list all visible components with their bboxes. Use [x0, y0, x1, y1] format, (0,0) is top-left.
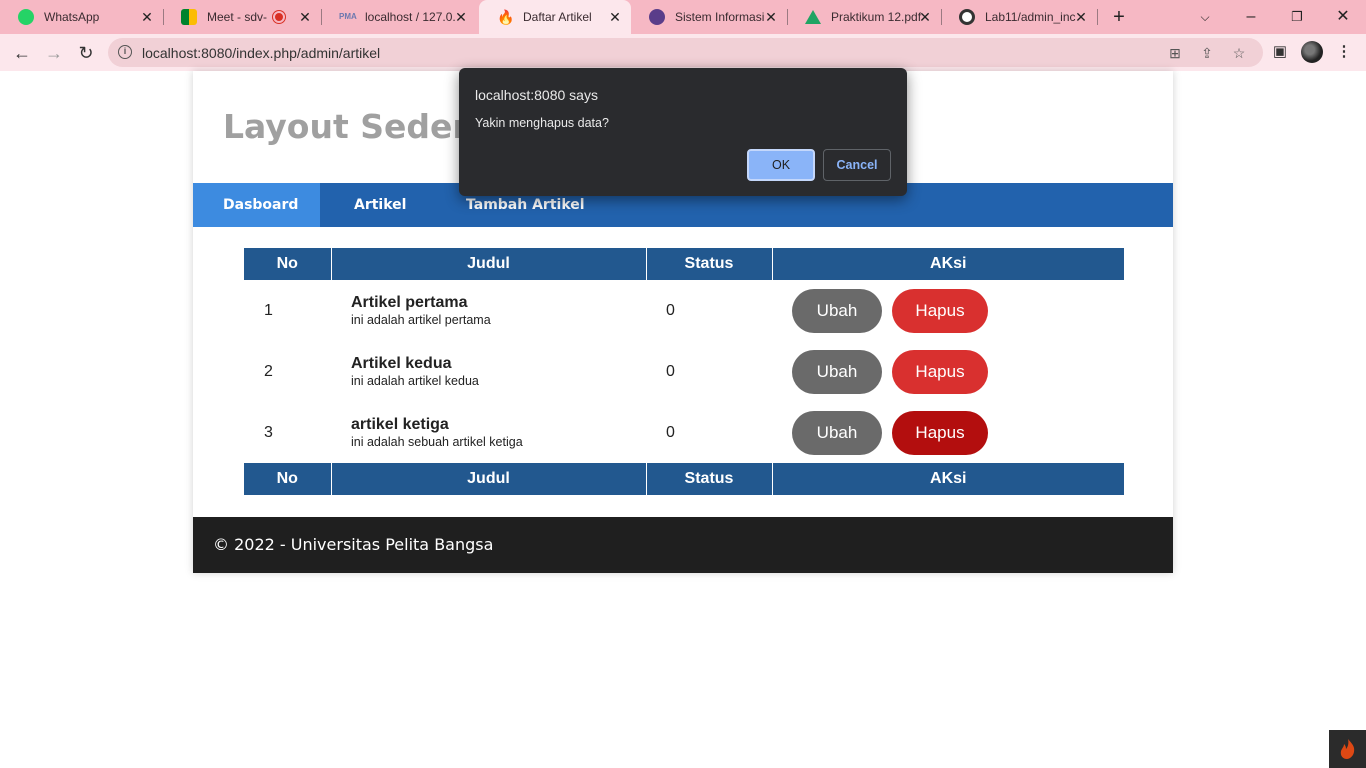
- dialog-origin: localhost:8080 says: [475, 87, 598, 103]
- dialog-ok-button[interactable]: OK: [747, 149, 815, 181]
- site-info-icon[interactable]: i: [118, 45, 132, 59]
- recording-icon: [273, 11, 285, 23]
- row-judul-cell: artikel ketiga ini adalah sebuah artikel…: [331, 402, 646, 463]
- codeigniter-flame-icon: [1340, 739, 1355, 759]
- column-footer-judul: Judul: [331, 463, 647, 495]
- tab-title: Meet - sdv-a: [207, 10, 267, 24]
- window-close-button[interactable]: ✕: [1330, 5, 1356, 29]
- table-header-row: No Judul Status AKsi: [244, 248, 1124, 280]
- profile-avatar[interactable]: [1301, 41, 1323, 63]
- ubah-button[interactable]: Ubah: [792, 288, 882, 333]
- table-row: 3 artikel ketiga ini adalah sebuah artik…: [244, 402, 1124, 463]
- article-status: 0: [666, 423, 675, 441]
- column-header-status: Status: [646, 248, 773, 280]
- dialog-cancel-button[interactable]: Cancel: [823, 149, 891, 181]
- nav-item-artikel[interactable]: Artikel: [354, 183, 406, 227]
- university-icon: [649, 9, 665, 25]
- close-icon[interactable]: ✕: [607, 9, 623, 25]
- hapus-button[interactable]: Hapus: [892, 410, 988, 455]
- side-panel-icon[interactable]: ▣: [1270, 42, 1290, 62]
- tab-praktikum[interactable]: Praktikum 12.pdf ✕: [787, 0, 942, 34]
- hapus-button[interactable]: Hapus: [892, 288, 988, 333]
- restore-button[interactable]: ❐: [1284, 5, 1310, 29]
- tab-separator: [1097, 9, 1098, 25]
- table-footer-row: No Judul Status AKsi: [244, 463, 1124, 495]
- codeigniter-debug-toolbar-button[interactable]: [1329, 730, 1366, 768]
- browser-toolbar: ← → ↻ i localhost:8080/index.php/admin/a…: [0, 34, 1366, 71]
- menu-icon[interactable]: ⋮: [1334, 42, 1354, 62]
- tab-whatsapp[interactable]: WhatsApp ✕: [0, 0, 164, 34]
- tab-sistem-informasi[interactable]: Sistem Informasi ✕: [631, 0, 788, 34]
- column-footer-aksi: AKsi: [772, 463, 1124, 495]
- reload-button[interactable]: ↻: [73, 40, 99, 66]
- tab-phpmyadmin[interactable]: PMA localhost / 127.0. ✕: [321, 0, 477, 34]
- translate-icon[interactable]: ⊞: [1166, 44, 1184, 62]
- new-tab-button[interactable]: +: [1106, 5, 1132, 29]
- row-actions: Ubah Hapus: [772, 280, 1124, 341]
- dialog-message: Yakin menghapus data?: [475, 116, 609, 130]
- column-header-no: No: [244, 248, 332, 280]
- share-icon[interactable]: ⇪: [1198, 44, 1216, 62]
- row-number: 1: [264, 301, 273, 319]
- tab-meet[interactable]: Meet - sdv-a ✕: [163, 0, 322, 34]
- table-row: 2 Artikel kedua ini adalah artikel kedua…: [244, 341, 1124, 402]
- github-icon: [959, 9, 975, 25]
- article-status: 0: [666, 301, 675, 319]
- column-footer-no: No: [244, 463, 332, 495]
- article-description: ini adalah artikel kedua: [351, 374, 479, 388]
- row-judul-cell: Artikel kedua ini adalah artikel kedua: [331, 341, 646, 402]
- table-row: 1 Artikel pertama ini adalah artikel per…: [244, 280, 1124, 341]
- column-header-aksi: AKsi: [772, 248, 1124, 280]
- google-meet-icon: [181, 9, 197, 25]
- back-button[interactable]: ←: [9, 40, 35, 66]
- address-bar[interactable]: i localhost:8080/index.php/admin/artikel…: [108, 38, 1263, 67]
- article-status: 0: [666, 362, 675, 380]
- bookmark-star-icon[interactable]: ☆: [1230, 44, 1248, 62]
- url-text[interactable]: localhost:8080/index.php/admin/artikel: [142, 45, 380, 61]
- confirm-dialog: localhost:8080 says Yakin menghapus data…: [459, 68, 907, 196]
- article-table: No Judul Status AKsi 1 Artikel pertama i…: [244, 248, 1124, 495]
- article-description: ini adalah artikel pertama: [351, 313, 491, 327]
- row-actions: Ubah Hapus: [772, 402, 1124, 463]
- nav-item-dasboard[interactable]: Dasboard: [193, 183, 320, 227]
- close-icon[interactable]: ✕: [139, 9, 155, 25]
- row-judul-cell: Artikel pertama ini adalah artikel perta…: [331, 280, 646, 341]
- google-drive-icon: [805, 10, 821, 24]
- whatsapp-icon: [18, 9, 34, 25]
- phpmyadmin-icon: PMA: [339, 12, 357, 21]
- minimize-button[interactable]: –: [1238, 5, 1264, 29]
- row-actions: Ubah Hapus: [772, 341, 1124, 402]
- ubah-button[interactable]: Ubah: [792, 410, 882, 455]
- ubah-button[interactable]: Ubah: [792, 349, 882, 394]
- browser-tabstrip: WhatsApp ✕ Meet - sdv-a ✕ PMA localhost …: [0, 0, 1366, 34]
- forward-button[interactable]: →: [41, 40, 67, 66]
- close-icon[interactable]: ✕: [453, 9, 469, 25]
- hapus-button[interactable]: Hapus: [892, 349, 988, 394]
- column-footer-status: Status: [646, 463, 773, 495]
- tab-search-button[interactable]: ⌵: [1192, 5, 1218, 29]
- close-icon[interactable]: ✕: [297, 9, 313, 25]
- tab-github[interactable]: Lab11/admin_inc ✕: [941, 0, 1098, 34]
- article-title: Artikel kedua: [351, 355, 452, 372]
- article-title: Artikel pertama: [351, 294, 468, 311]
- site-footer: © 2022 - Universitas Pelita Bangsa: [193, 517, 1173, 573]
- article-title: artikel ketiga: [351, 416, 449, 433]
- codeigniter-icon: 🔥: [497, 9, 515, 25]
- close-icon[interactable]: ✕: [1073, 9, 1089, 25]
- row-number: 3: [264, 423, 273, 441]
- footer-text: © 2022 - Universitas Pelita Bangsa: [213, 535, 494, 554]
- tab-daftar-artikel[interactable]: 🔥 Daftar Artikel ✕: [479, 0, 631, 34]
- article-description: ini adalah sebuah artikel ketiga: [351, 435, 523, 449]
- close-icon[interactable]: ✕: [917, 9, 933, 25]
- column-header-judul: Judul: [331, 248, 647, 280]
- row-number: 2: [264, 362, 273, 380]
- close-icon[interactable]: ✕: [763, 9, 779, 25]
